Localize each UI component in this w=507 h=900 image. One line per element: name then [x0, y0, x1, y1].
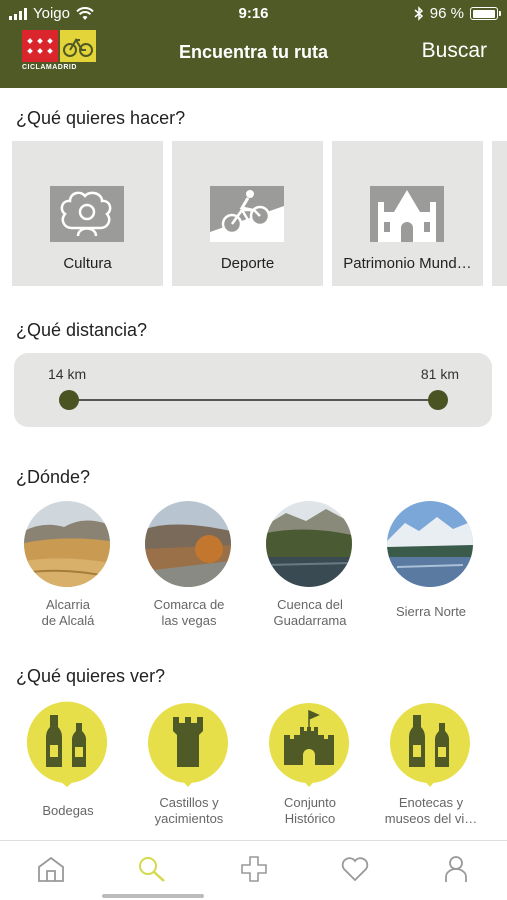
wine-bottles-icon: [387, 701, 473, 787]
tab-add[interactable]: [203, 841, 304, 900]
slider-track[interactable]: [69, 399, 438, 401]
activity-card-cultura[interactable]: Cultura: [12, 141, 163, 286]
culture-icon: [50, 186, 124, 242]
place-photo: [24, 501, 110, 587]
place-cuenca-guadarrama[interactable]: Cuenca del Guadarrama: [266, 501, 354, 629]
tab-favorites[interactable]: [304, 841, 405, 900]
distance-min-label: 14 km: [48, 366, 87, 382]
battery-fill: [472, 9, 495, 18]
distance-max-label: 81 km: [420, 366, 459, 382]
interest-enotecas[interactable]: Enotecas y museos del vi…: [385, 701, 477, 827]
status-bar: Yoigo 9:16 96 %: [0, 0, 507, 28]
cyclist-icon: [210, 186, 284, 242]
place-photo: [266, 501, 352, 587]
activities-carousel[interactable]: Cultura Deporte Patrimonio Mund…: [12, 141, 507, 286]
heart-icon: [341, 857, 369, 882]
activity-label: Patrimonio Mund…: [343, 255, 472, 272]
tab-bar: [0, 840, 507, 900]
slider-handle-max[interactable]: [428, 390, 448, 410]
logo-text: CICLAMADRID: [22, 64, 77, 71]
distance-range-slider[interactable]: 14 km 81 km: [14, 353, 492, 427]
place-label: Alcarria de Alcalá: [41, 597, 95, 628]
tab-profile[interactable]: [406, 841, 507, 900]
interest-label: Conjunto Histórico: [283, 795, 337, 826]
tower-icon: [145, 701, 231, 787]
search-icon: [139, 857, 165, 882]
plus-icon: [240, 856, 267, 882]
interest-label: Enotecas y museos del vi…: [384, 795, 478, 826]
activity-label: Deporte: [220, 255, 275, 272]
tab-home[interactable]: [0, 841, 101, 900]
interests-carousel[interactable]: Bodegas Castillos y yacimientos Conjunto…: [24, 701, 507, 827]
place-sierra-norte[interactable]: Sierra Norte: [387, 501, 475, 629]
battery-percent: 96 %: [429, 5, 464, 22]
bluetooth-icon: [414, 6, 423, 21]
castle-icon: [266, 701, 352, 787]
activities-title: ¿Qué quieres hacer?: [16, 108, 186, 128]
place-photo: [145, 501, 231, 587]
interest-label: Castillos y yacimientos: [154, 795, 224, 826]
distance-title: ¿Qué distancia?: [16, 320, 148, 340]
interest-bodegas[interactable]: Bodegas: [24, 701, 112, 827]
status-right: 96 %: [414, 5, 501, 22]
app-header: CICLAMADRID Encuentra tu ruta Buscar: [0, 28, 507, 88]
place-label: Sierra Norte: [395, 604, 467, 619]
activity-card-patrimonio[interactable]: Patrimonio Mund…: [332, 141, 483, 286]
places-title: ¿Dónde?: [16, 467, 91, 487]
profile-icon: [445, 856, 468, 882]
battery-icon: [470, 7, 501, 20]
activity-card-partial[interactable]: [492, 141, 507, 286]
place-label: Comarca de las vegas: [153, 597, 225, 628]
interests-title: ¿Qué quieres ver?: [16, 666, 166, 686]
place-label: Cuenca del Guadarrama: [273, 597, 347, 628]
interest-label: Bodegas: [42, 803, 94, 818]
search-button[interactable]: Buscar: [422, 39, 487, 63]
places-carousel[interactable]: Alcarria de Alcalá Comarca de las vegas: [24, 501, 507, 629]
interest-conjunto[interactable]: Conjunto Histórico: [266, 701, 354, 827]
place-photo: [387, 501, 473, 587]
slider-handle-min[interactable]: [59, 390, 79, 410]
tab-search[interactable]: [101, 841, 202, 900]
active-tab-indicator: [102, 894, 204, 898]
wine-bottles-icon: [24, 701, 110, 787]
activity-card-deporte[interactable]: Deporte: [172, 141, 323, 286]
place-comarca-vegas[interactable]: Comarca de las vegas: [145, 501, 233, 629]
home-icon: [37, 856, 64, 882]
place-alcarria[interactable]: Alcarria de Alcalá: [24, 501, 112, 629]
heritage-icon: [370, 186, 444, 242]
activity-label: Cultura: [63, 255, 112, 272]
interest-castillos[interactable]: Castillos y yacimientos: [145, 701, 233, 827]
